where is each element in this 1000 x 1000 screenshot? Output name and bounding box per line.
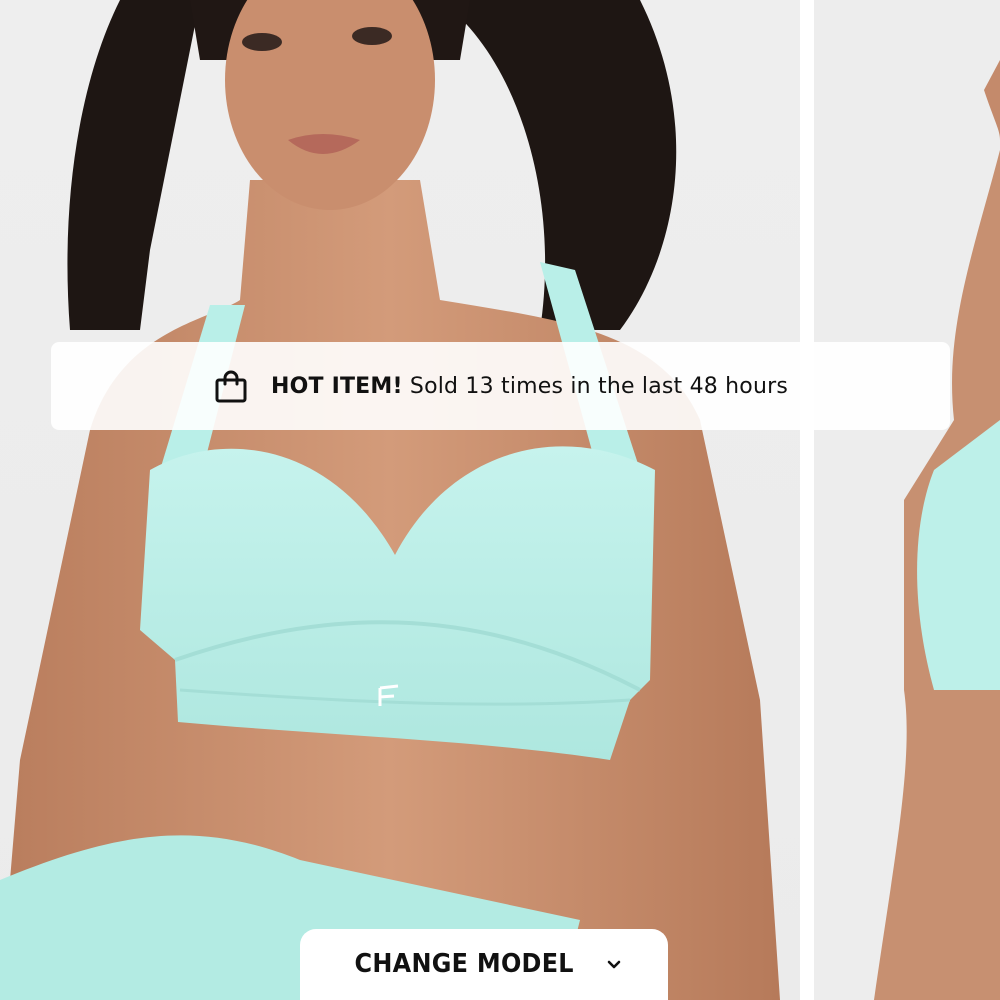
product-image-second[interactable] [814, 0, 1000, 1000]
gallery-divider [800, 0, 814, 1000]
hot-item-label: HOT ITEM! [270, 373, 403, 399]
product-gallery: HOT ITEM! Sold 13 times in the last 48 h… [0, 0, 1000, 1000]
change-model-label: CHANGE MODEL [354, 949, 574, 979]
hot-item-banner: HOT ITEM! Sold 13 times in the last 48 h… [51, 342, 950, 430]
shopping-bag-icon [213, 368, 249, 404]
product-image-main[interactable] [0, 0, 800, 1000]
chevron-down-icon [605, 956, 623, 974]
sold-count-text: Sold 13 times in the last 48 hours [402, 373, 789, 399]
hot-item-message: HOT ITEM! Sold 13 times in the last 48 h… [271, 374, 788, 399]
change-model-button[interactable]: CHANGE MODEL [300, 929, 668, 1000]
